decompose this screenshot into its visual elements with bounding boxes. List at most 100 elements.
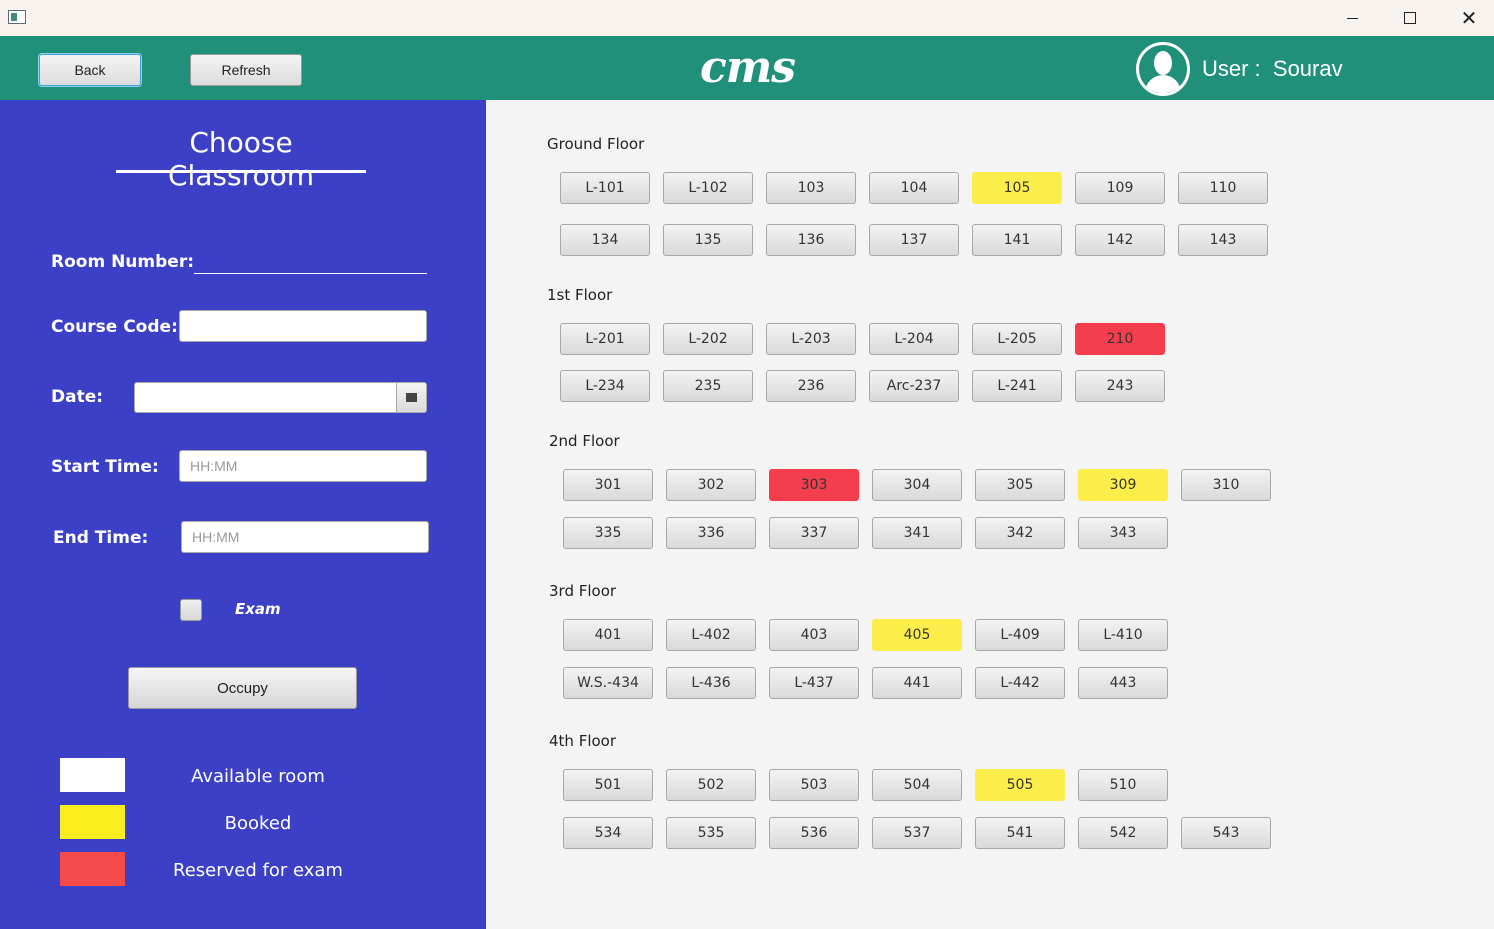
title-underline xyxy=(116,170,366,173)
room-button[interactable]: Arc-237 xyxy=(869,370,959,402)
room-button[interactable]: 541 xyxy=(975,817,1065,849)
room-button[interactable]: 309 xyxy=(1078,469,1168,501)
room-button[interactable]: 505 xyxy=(975,769,1065,801)
exam-checkbox[interactable] xyxy=(180,599,202,621)
room-button[interactable]: L-436 xyxy=(666,667,756,699)
legend-label-available: Available room xyxy=(191,766,325,787)
room-button[interactable]: 303 xyxy=(769,469,859,501)
legend-swatch-booked xyxy=(60,805,125,839)
room-button[interactable]: L-204 xyxy=(869,323,959,355)
room-button[interactable]: 134 xyxy=(560,224,650,256)
room-button[interactable]: 401 xyxy=(563,619,653,651)
back-button[interactable]: Back xyxy=(39,54,141,86)
floor-label: Ground Floor xyxy=(547,135,645,153)
room-button[interactable]: 103 xyxy=(766,172,856,204)
room-button[interactable]: 136 xyxy=(766,224,856,256)
room-button[interactable]: L-101 xyxy=(560,172,650,204)
room-button[interactable]: L-202 xyxy=(663,323,753,355)
legend-label-booked: Booked xyxy=(224,813,292,834)
room-button[interactable]: 503 xyxy=(769,769,859,801)
user-avatar-icon xyxy=(1136,42,1190,96)
cms-logo: cms xyxy=(699,42,796,93)
room-button[interactable]: 501 xyxy=(563,769,653,801)
room-button[interactable]: 210 xyxy=(1075,323,1165,355)
room-button[interactable]: L-410 xyxy=(1078,619,1168,651)
refresh-button[interactable]: Refresh xyxy=(190,54,302,86)
room-button[interactable]: 542 xyxy=(1078,817,1168,849)
room-button[interactable]: 236 xyxy=(766,370,856,402)
room-button[interactable]: 534 xyxy=(563,817,653,849)
course-code-label: Course Code: xyxy=(51,317,178,337)
room-button[interactable]: 342 xyxy=(975,517,1065,549)
room-button[interactable]: 142 xyxy=(1075,224,1165,256)
room-button[interactable]: 405 xyxy=(872,619,962,651)
room-button[interactable]: 336 xyxy=(666,517,756,549)
room-button[interactable]: 301 xyxy=(563,469,653,501)
room-button[interactable]: 104 xyxy=(869,172,959,204)
exam-label: Exam xyxy=(235,600,281,618)
app-header: Back Refresh cms User : Sourav xyxy=(0,36,1494,100)
room-button[interactable]: L-409 xyxy=(975,619,1065,651)
room-button[interactable]: 141 xyxy=(972,224,1062,256)
room-button[interactable]: 105 xyxy=(972,172,1062,204)
room-button[interactable]: 502 xyxy=(666,769,756,801)
room-number-field[interactable] xyxy=(194,273,427,274)
room-button[interactable]: 110 xyxy=(1178,172,1268,204)
room-button[interactable]: 504 xyxy=(872,769,962,801)
room-button[interactable]: 305 xyxy=(975,469,1065,501)
room-button[interactable]: 536 xyxy=(769,817,859,849)
floor-label: 4th Floor xyxy=(549,732,617,750)
room-button[interactable]: L-102 xyxy=(663,172,753,204)
window-titlebar: ✕ xyxy=(0,0,1494,36)
room-number-label: Room Number: xyxy=(51,252,195,272)
room-button[interactable]: 543 xyxy=(1181,817,1271,849)
legend-swatch-exam xyxy=(60,852,125,886)
room-button[interactable]: 235 xyxy=(663,370,753,402)
room-button[interactable]: 441 xyxy=(872,667,962,699)
minimize-button[interactable] xyxy=(1323,0,1381,36)
room-button[interactable]: L-203 xyxy=(766,323,856,355)
legend-swatch-available xyxy=(60,758,125,792)
room-button[interactable]: 310 xyxy=(1181,469,1271,501)
room-button[interactable]: L-442 xyxy=(975,667,1065,699)
room-button[interactable]: 109 xyxy=(1075,172,1165,204)
room-button[interactable]: 403 xyxy=(769,619,859,651)
floor-label: 2nd Floor xyxy=(549,432,620,450)
room-button[interactable]: L-437 xyxy=(769,667,859,699)
floor-label: 1st Floor xyxy=(547,286,613,304)
room-button[interactable]: L-201 xyxy=(560,323,650,355)
app-icon xyxy=(8,10,26,24)
room-grid: Ground Floor L-101 L-102 103 104 105 109 110 134… xyxy=(486,100,1494,929)
end-time-label: End Time: xyxy=(53,528,149,548)
room-button[interactable]: 243 xyxy=(1075,370,1165,402)
maximize-icon xyxy=(1404,12,1416,24)
room-button[interactable]: 537 xyxy=(872,817,962,849)
room-button[interactable]: L-241 xyxy=(972,370,1062,402)
maximize-button[interactable] xyxy=(1381,0,1439,36)
room-button[interactable]: 510 xyxy=(1078,769,1168,801)
date-input[interactable] xyxy=(134,382,397,413)
room-button[interactable]: 443 xyxy=(1078,667,1168,699)
occupy-button[interactable]: Occupy xyxy=(128,667,357,709)
room-button[interactable]: L-205 xyxy=(972,323,1062,355)
room-button[interactable]: 337 xyxy=(769,517,859,549)
room-button[interactable]: W.S.-434 xyxy=(563,667,653,699)
start-time-input[interactable]: HH:MM xyxy=(179,450,427,482)
room-button[interactable]: 535 xyxy=(666,817,756,849)
room-button[interactable]: 341 xyxy=(872,517,962,549)
room-button[interactable]: 137 xyxy=(869,224,959,256)
room-button[interactable]: 304 xyxy=(872,469,962,501)
room-button[interactable]: 335 xyxy=(563,517,653,549)
close-icon: ✕ xyxy=(1460,6,1478,30)
date-picker-button[interactable] xyxy=(396,382,427,413)
end-time-input[interactable]: HH:MM xyxy=(181,521,429,553)
room-button[interactable]: L-402 xyxy=(666,619,756,651)
room-button[interactable]: L-234 xyxy=(560,370,650,402)
course-code-input[interactable] xyxy=(179,310,427,342)
room-button[interactable]: 143 xyxy=(1178,224,1268,256)
close-button[interactable]: ✕ xyxy=(1440,0,1494,36)
room-button[interactable]: 343 xyxy=(1078,517,1168,549)
room-button[interactable]: 302 xyxy=(666,469,756,501)
legend-label-exam: Reserved for exam xyxy=(173,860,343,881)
room-button[interactable]: 135 xyxy=(663,224,753,256)
